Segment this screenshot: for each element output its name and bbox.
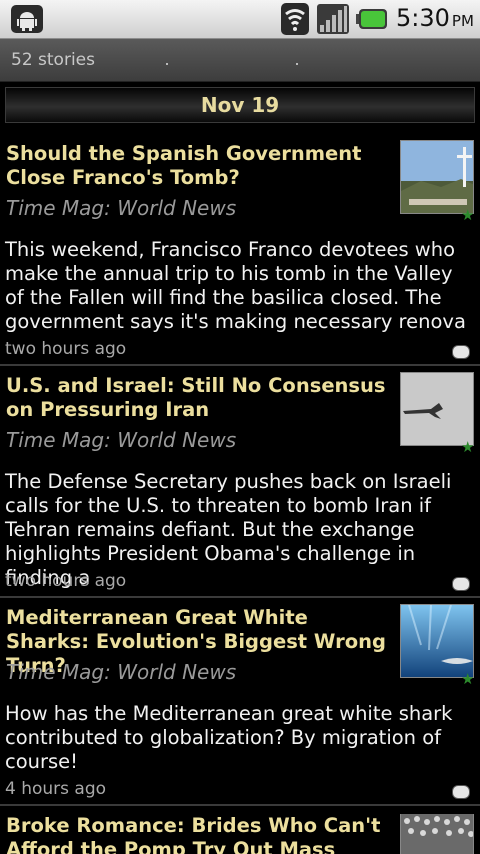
comment-bubble-icon[interactable] (452, 577, 470, 591)
story-time: 4 hours ago (5, 779, 107, 799)
comment-bubble-icon[interactable] (452, 785, 470, 799)
divider (0, 364, 480, 366)
story-item[interactable]: Mediterranean Great White Sharks: Evolut… (0, 604, 480, 802)
clock: 5:30 PM (396, 4, 474, 32)
star-icon[interactable]: ★ (461, 438, 474, 456)
story-source: Time Mag: World News (6, 196, 237, 220)
divider (0, 596, 480, 598)
comment-bubble-icon[interactable] (452, 345, 470, 359)
star-icon[interactable]: ★ (461, 670, 474, 688)
separator-dot (166, 63, 168, 65)
story-count: 52 stories (11, 50, 95, 70)
story-item[interactable]: Should the Spanish Government Close Fran… (0, 140, 480, 364)
separator-dot (296, 63, 298, 65)
story-title[interactable]: Should the Spanish Government Close Fran… (6, 142, 391, 190)
story-count-bar: 52 stories (0, 39, 480, 82)
android-notification-icon[interactable] (10, 4, 44, 34)
story-title[interactable]: U.S. and Israel: Still No Consensus on P… (6, 374, 391, 422)
clock-time: 5:30 (396, 4, 450, 32)
story-summary: This weekend, Francisco Franco devotees … (5, 238, 466, 333)
star-icon[interactable]: ★ (461, 206, 474, 224)
tomb-photo-icon (401, 141, 473, 213)
crowd-photo-icon (401, 814, 473, 854)
status-bar: 5:30 PM (0, 0, 480, 39)
jet-photo-icon (401, 373, 473, 445)
date-header: Nov 19 (5, 87, 475, 123)
story-title[interactable]: Broke Romance: Brides Who Can't Afford t… (6, 814, 391, 854)
story-time: two hours ago (5, 339, 127, 359)
wifi-icon (281, 3, 309, 35)
story-item[interactable]: U.S. and Israel: Still No Consensus on P… (0, 372, 480, 596)
story-thumbnail[interactable] (400, 140, 474, 214)
story-summary: How has the Mediterranean great white sh… (5, 702, 453, 773)
story-thumbnail[interactable] (400, 814, 474, 854)
story-source: Time Mag: World News (6, 428, 237, 452)
story-item[interactable]: Broke Romance: Brides Who Can't Afford t… (0, 814, 480, 854)
divider (0, 804, 480, 806)
clock-ampm: PM (451, 12, 474, 30)
story-thumbnail[interactable] (400, 604, 474, 678)
battery-icon (356, 9, 387, 29)
shark-photo-icon (401, 605, 473, 677)
story-time: two hours ago (5, 571, 127, 591)
signal-icon (317, 4, 349, 34)
story-thumbnail[interactable] (400, 372, 474, 446)
story-source: Time Mag: World News (6, 660, 237, 684)
